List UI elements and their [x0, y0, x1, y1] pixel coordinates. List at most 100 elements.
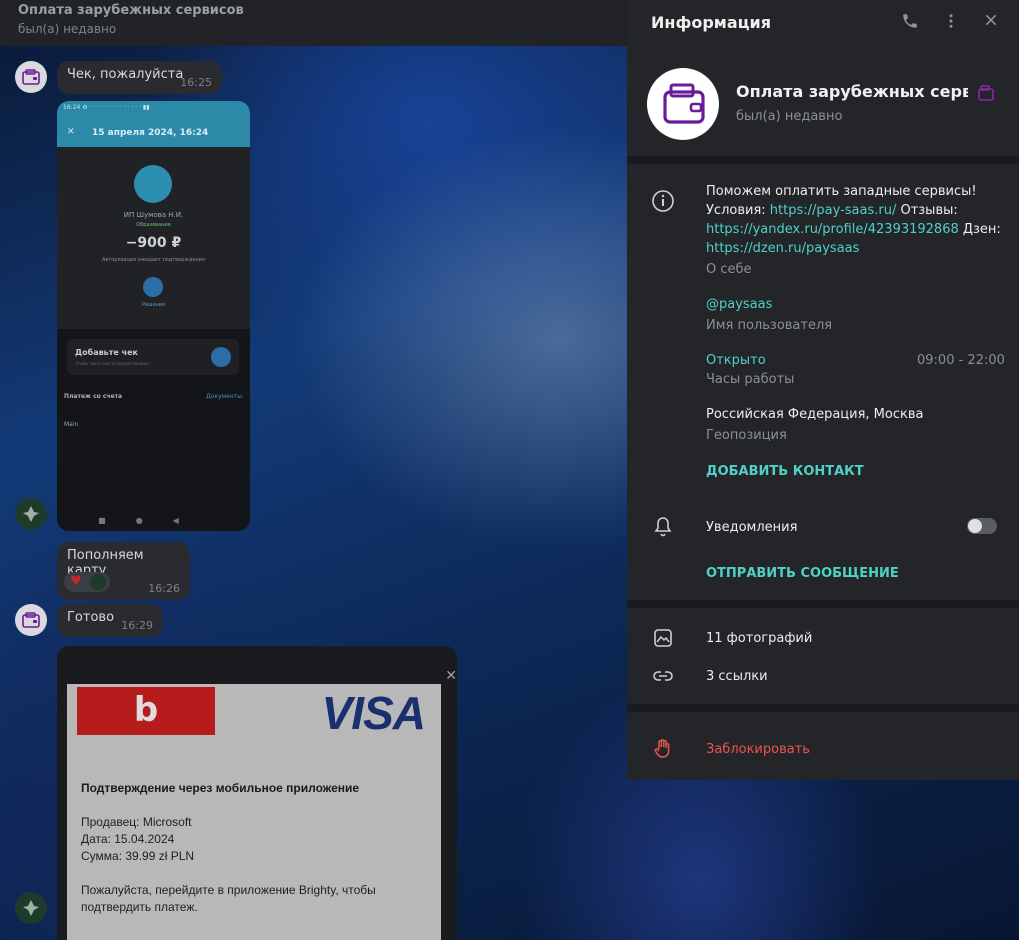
message-time: 16:25	[180, 76, 212, 89]
heart-icon: ♥	[70, 574, 82, 589]
avatar[interactable]	[15, 498, 47, 530]
username-label: Имя пользователя	[706, 318, 833, 333]
qr-icon	[134, 165, 172, 203]
documents-link: Документы	[206, 393, 242, 400]
add-receipt-title: Добавьте чек	[75, 348, 138, 357]
link-icon	[651, 664, 675, 688]
wallet-emoji-icon	[977, 84, 995, 106]
hours-status: Открыто	[706, 353, 766, 368]
photo-visa-confirmation[interactable]: ✕ b VISA Подтверждение через мобильное п…	[57, 646, 457, 940]
decision-label: Решение	[141, 302, 166, 308]
conditions-link[interactable]: https://pay-saas.ru/	[770, 203, 897, 218]
separator	[627, 600, 1019, 608]
profile-name: Оплата зарубежных серви...	[736, 82, 968, 101]
dzen-link[interactable]: https://dzen.ru/paysaas	[706, 241, 859, 256]
phone-status-bar: 16:24 ⚙ · · · · · · · · · · · · · · ▮▮	[63, 104, 150, 111]
info-icon	[652, 190, 674, 212]
visa-document: b VISA Подтверждение через мобильное при…	[67, 684, 441, 940]
message-text: Готово	[67, 610, 115, 625]
add-receipt-sub: Чтобы заказ был откорректирован	[75, 361, 149, 366]
separator	[627, 704, 1019, 712]
links-count[interactable]: 3 ссылки	[706, 667, 768, 686]
emblem-icon	[23, 900, 39, 916]
hand-stop-icon	[654, 739, 670, 758]
about-cond-label: Условия:	[706, 203, 770, 218]
phone-lower: Добавьте чек Чтобы заказ был откорректир…	[57, 329, 250, 531]
wallet-icon	[663, 83, 705, 124]
location-label: Геопозиция	[706, 428, 787, 443]
hours-label: Часы работы	[706, 372, 795, 387]
avatar[interactable]	[15, 604, 47, 636]
photo-icon	[654, 629, 672, 647]
about-dzen-label: Дзен:	[958, 222, 1001, 237]
avatar[interactable]	[15, 61, 47, 93]
decision-icon	[143, 277, 163, 297]
message-time: 16:26	[148, 582, 180, 595]
close-icon: ✕	[67, 127, 75, 137]
location-value: Российская Федерация, Москва	[706, 407, 924, 422]
bell-icon	[654, 517, 672, 537]
payment-from: Платеж со счета	[64, 393, 123, 400]
chat-header[interactable]: Оплата зарубежных сервисов был(а) недавн…	[0, 0, 627, 46]
phone-status-area: 16:24 ⚙ · · · · · · · · · · · · · · ▮▮ ✕…	[57, 101, 250, 147]
avatar[interactable]	[15, 892, 47, 924]
phone-icon	[903, 14, 917, 28]
phone-date: 15 апреля 2024, 16:24	[92, 128, 209, 138]
wallet-icon	[978, 85, 994, 101]
reactor-avatar	[90, 574, 106, 590]
payee-category: Образование	[136, 222, 171, 228]
add-receipt-card: Добавьте чек Чтобы заказ был откорректир…	[67, 339, 239, 375]
main-account: Main	[64, 421, 79, 428]
phone-icon[interactable]	[899, 12, 921, 34]
reviews-link[interactable]: https://yandex.ru/profile/42393192868	[706, 222, 959, 237]
link-icon	[653, 671, 673, 681]
photos-count[interactable]: 11 фотографий	[706, 629, 812, 648]
chat-status: был(а) недавно	[18, 22, 117, 36]
visa-sum: Сумма: 39.99 zł PLN	[81, 849, 195, 863]
chat-title: Оплата зарубежных сервисов	[18, 3, 244, 18]
separator	[627, 156, 1019, 164]
send-message-button[interactable]: ОТПРАВИТЬ СООБЩЕНИЕ	[706, 566, 899, 581]
bell-icon	[651, 515, 675, 539]
auth-status: Авторизация ожидает подтверждения	[101, 257, 206, 263]
visa-instruction: Пожалуйста, перейдите в приложение Brigh…	[81, 883, 376, 897]
profile-status: был(а) недавно	[736, 109, 843, 124]
info-panel: Информация Оплата зарубежных серви... бы…	[627, 0, 1019, 780]
about-reviews-label: Отзывы:	[896, 203, 958, 218]
hand-stop-icon	[651, 737, 675, 761]
photo-bank-app-screenshot[interactable]: 16:24 ⚙ · · · · · · · · · · · · · · ▮▮ ✕…	[57, 101, 250, 531]
info-icon	[651, 189, 675, 213]
qr-icon	[211, 347, 231, 367]
about-line: Поможем оплатить западные сервисы!	[706, 184, 977, 199]
notifications-label: Уведомления	[706, 520, 798, 535]
hours-range: 09:00 - 22:00	[917, 353, 1005, 368]
more-icon[interactable]	[940, 12, 962, 34]
close-icon	[985, 14, 997, 26]
visa-instruction: подтвердить платеж.	[81, 900, 198, 914]
profile-block: Оплата зарубежных серви... был(а) недавн…	[627, 46, 1019, 156]
visa-seller: Продавец: Microsoft	[81, 815, 192, 829]
block-button[interactable]: Заблокировать	[706, 740, 810, 759]
wallet-icon	[22, 612, 40, 628]
message-time: 16:29	[121, 619, 153, 632]
payment-amount: −900 ₽	[125, 235, 182, 251]
profile-avatar[interactable]	[647, 68, 719, 140]
brighty-logo: b	[77, 687, 215, 735]
username-value[interactable]: @paysaas	[706, 295, 772, 314]
about-label: О себе	[706, 262, 752, 277]
photo-icon	[651, 626, 675, 650]
notifications-toggle[interactable]	[967, 518, 997, 534]
close-icon: ✕	[445, 668, 457, 684]
emblem-icon	[23, 506, 39, 522]
phone-payment-info: ИП Шумова Н.И. Образование −900 ₽ Автори…	[57, 147, 250, 329]
visa-logo: VISA	[321, 687, 426, 739]
visa-date: Дата: 15.04.2024	[81, 832, 175, 846]
message-bubble[interactable]: Чек, пожалуйста 16:25	[57, 61, 222, 94]
visa-heading: Подтверждение через мобильное приложение	[81, 781, 360, 795]
message-text: Чек, пожалуйста	[67, 67, 184, 82]
message-bubble[interactable]: Готово 16:29	[57, 604, 163, 637]
close-icon[interactable]	[980, 12, 1002, 34]
add-contact-button[interactable]: ДОБАВИТЬ КОНТАКТ	[706, 464, 864, 479]
message-reactions[interactable]: ♥	[64, 572, 110, 592]
payee-name: ИП Шумова Н.И.	[123, 211, 184, 219]
